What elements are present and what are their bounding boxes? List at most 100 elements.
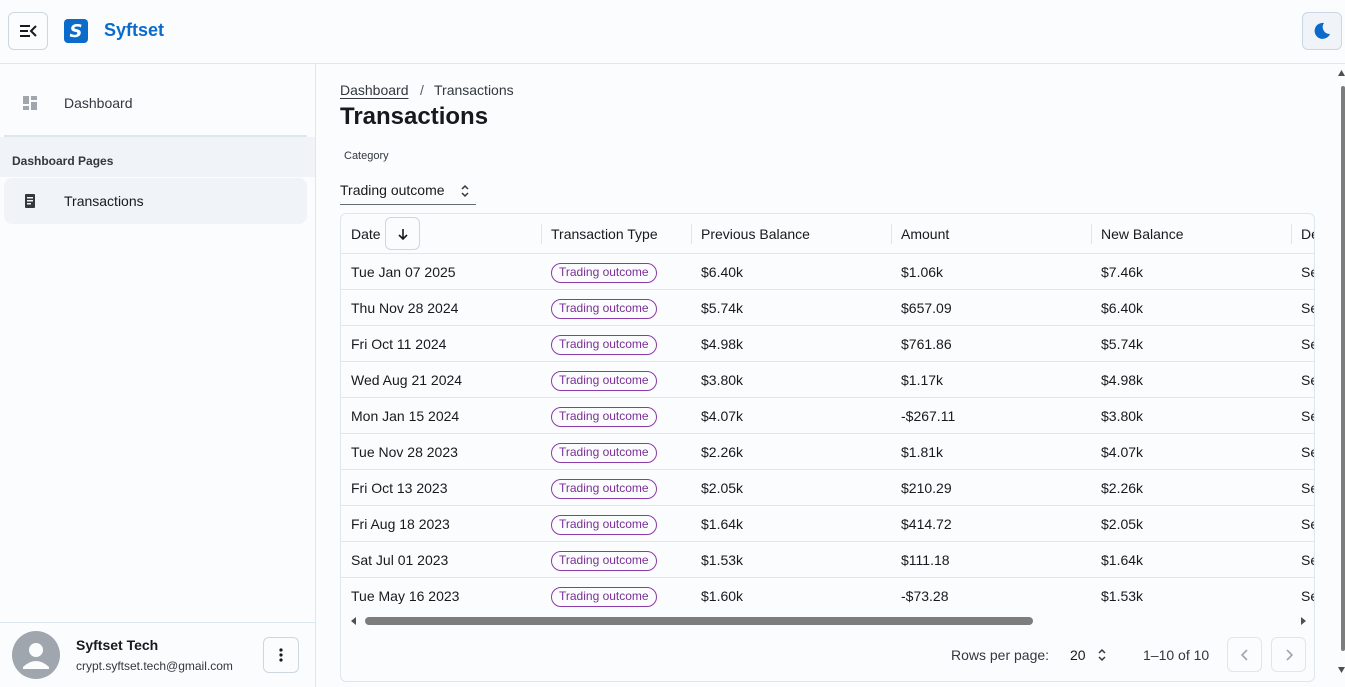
theme-toggle-button[interactable]: [1302, 12, 1342, 50]
cell-previous-balance: $1.60k: [701, 588, 744, 604]
chevron-left-icon: [1240, 648, 1248, 661]
category-select-value: Trading outcome: [340, 182, 445, 198]
scroll-left-icon[interactable]: [350, 617, 358, 625]
cell-description: Se: [1301, 444, 1314, 460]
cell-description: Se: [1301, 408, 1314, 424]
cell-description: Se: [1301, 552, 1314, 568]
transaction-type-chip: Trading outcome: [551, 299, 657, 319]
vertical-scrollbar-thumb[interactable]: [1341, 86, 1345, 651]
cell-amount: $1.06k: [901, 264, 944, 280]
user-menu-button[interactable]: [263, 637, 299, 673]
table-row: Fri Aug 18 2023 Trading outcome $1.64k $…: [341, 506, 1314, 542]
sidebar-group-label: Dashboard Pages: [12, 154, 114, 168]
sidebar: Dashboard Dashboard Pages Transactions S…: [0, 64, 316, 687]
cell-date: Tue May 16 2023: [351, 588, 460, 604]
sort-date-button[interactable]: [385, 217, 420, 250]
column-header-amount[interactable]: Amount: [901, 226, 949, 242]
app-title: Syftset: [104, 20, 165, 40]
cell-description: Se: [1301, 300, 1314, 316]
transaction-type-chip: Trading outcome: [551, 479, 657, 499]
chevron-up-down-icon[interactable]: [1097, 646, 1107, 664]
cell-description: Se: [1301, 588, 1314, 604]
sidebar-item-label: Transactions: [64, 193, 144, 209]
transactions-table: Date Transaction Type Previous Balance A…: [340, 213, 1315, 682]
table-row: Thu Nov 28 2024 Trading outcome $5.74k $…: [341, 290, 1314, 326]
cell-amount: -$267.11: [901, 408, 956, 424]
more-vertical-icon: [279, 648, 283, 662]
cell-previous-balance: $4.07k: [701, 408, 744, 424]
cell-new-balance: $6.40k: [1101, 300, 1144, 316]
arrow-down-icon: [397, 228, 408, 240]
table-row: Tue May 16 2023 Trading outcome $1.60k -…: [341, 578, 1314, 614]
cell-new-balance: $5.74k: [1101, 336, 1144, 352]
cell-description: Se: [1301, 336, 1314, 352]
scroll-up-icon[interactable]: [1338, 70, 1345, 76]
table-row: Tue Nov 28 2023 Trading outcome $2.26k $…: [341, 434, 1314, 470]
sidebar-item-label: Dashboard: [64, 95, 133, 111]
page-title: Transactions: [340, 103, 489, 130]
cell-date: Fri Aug 18 2023: [351, 516, 450, 532]
vertical-scrollbar[interactable]: [1338, 64, 1345, 687]
cell-date: Fri Oct 11 2024: [351, 336, 447, 352]
scroll-right-icon[interactable]: [1299, 617, 1307, 625]
transaction-type-chip: Trading outcome: [551, 407, 657, 427]
horizontal-scrollbar[interactable]: [341, 614, 1314, 628]
top-header: S Syftset: [0, 0, 1345, 64]
cell-amount: $1.17k: [901, 372, 944, 388]
cell-date: Mon Jan 15 2024: [351, 408, 460, 424]
transaction-type-chip: Trading outcome: [551, 551, 657, 571]
column-header-new-balance[interactable]: New Balance: [1101, 226, 1184, 242]
sidebar-item-dashboard[interactable]: Dashboard: [4, 80, 307, 126]
column-separator: [1291, 224, 1292, 244]
transaction-type-chip: Trading outcome: [551, 515, 657, 535]
cell-new-balance: $2.26k: [1101, 480, 1144, 496]
chevron-right-icon: [1285, 648, 1293, 661]
column-header-description[interactable]: De: [1301, 226, 1314, 242]
cell-date: Sat Jul 01 2023: [351, 552, 449, 568]
table-row: Wed Aug 21 2024 Trading outcome $3.80k $…: [341, 362, 1314, 398]
cell-previous-balance: $6.40k: [701, 264, 744, 280]
horizontal-scrollbar-thumb[interactable]: [365, 617, 1033, 625]
rows-per-page-select[interactable]: 20: [1070, 647, 1086, 663]
table-row: Tue Jan 07 2025 Trading outcome $6.40k $…: [341, 254, 1314, 290]
cell-new-balance: $1.53k: [1101, 588, 1144, 604]
category-filter-label: Category: [344, 150, 389, 162]
table-row: Mon Jan 15 2024 Trading outcome $4.07k -…: [341, 398, 1314, 434]
person-icon: [23, 643, 49, 669]
column-separator: [1091, 224, 1092, 244]
column-header-previous-balance[interactable]: Previous Balance: [701, 226, 810, 242]
column-header-date[interactable]: Date: [351, 226, 381, 242]
previous-page-button[interactable]: [1227, 637, 1262, 672]
cell-new-balance: $4.07k: [1101, 444, 1144, 460]
next-page-button[interactable]: [1271, 637, 1306, 672]
cell-previous-balance: $2.26k: [701, 444, 744, 460]
scroll-down-icon[interactable]: [1338, 667, 1345, 673]
cell-previous-balance: $4.98k: [701, 336, 744, 352]
cell-description: Se: [1301, 480, 1314, 496]
cell-date: Tue Jan 07 2025: [351, 264, 456, 280]
transaction-type-chip: Trading outcome: [551, 263, 657, 283]
category-select[interactable]: Trading outcome: [340, 175, 476, 205]
cell-previous-balance: $3.80k: [701, 372, 744, 388]
toggle-sidebar-button[interactable]: [8, 12, 48, 50]
transaction-type-chip: Trading outcome: [551, 335, 657, 355]
cell-new-balance: $2.05k: [1101, 516, 1144, 532]
cell-amount: $111.18: [901, 552, 950, 568]
column-separator: [891, 224, 892, 244]
sidebar-item-transactions[interactable]: Transactions: [4, 178, 307, 224]
cell-amount: -$73.28: [901, 588, 949, 604]
cell-previous-balance: $1.53k: [701, 552, 744, 568]
avatar: [12, 631, 60, 679]
transaction-type-chip: Trading outcome: [551, 371, 657, 391]
receipt-icon: [25, 194, 35, 208]
column-header-type[interactable]: Transaction Type: [551, 226, 658, 242]
cell-amount: $1.81k: [901, 444, 944, 460]
moon-icon: [1314, 22, 1330, 39]
table-row: Sat Jul 01 2023 Trading outcome $1.53k $…: [341, 542, 1314, 578]
cell-date: Thu Nov 28 2024: [351, 300, 459, 316]
menu-collapse-icon: [20, 25, 37, 37]
dashboard-grid-icon: [23, 96, 37, 110]
cell-date: Tue Nov 28 2023: [351, 444, 458, 460]
breadcrumb-dashboard-link[interactable]: Dashboard: [340, 82, 409, 98]
table-row: Fri Oct 13 2023 Trading outcome $2.05k $…: [341, 470, 1314, 506]
